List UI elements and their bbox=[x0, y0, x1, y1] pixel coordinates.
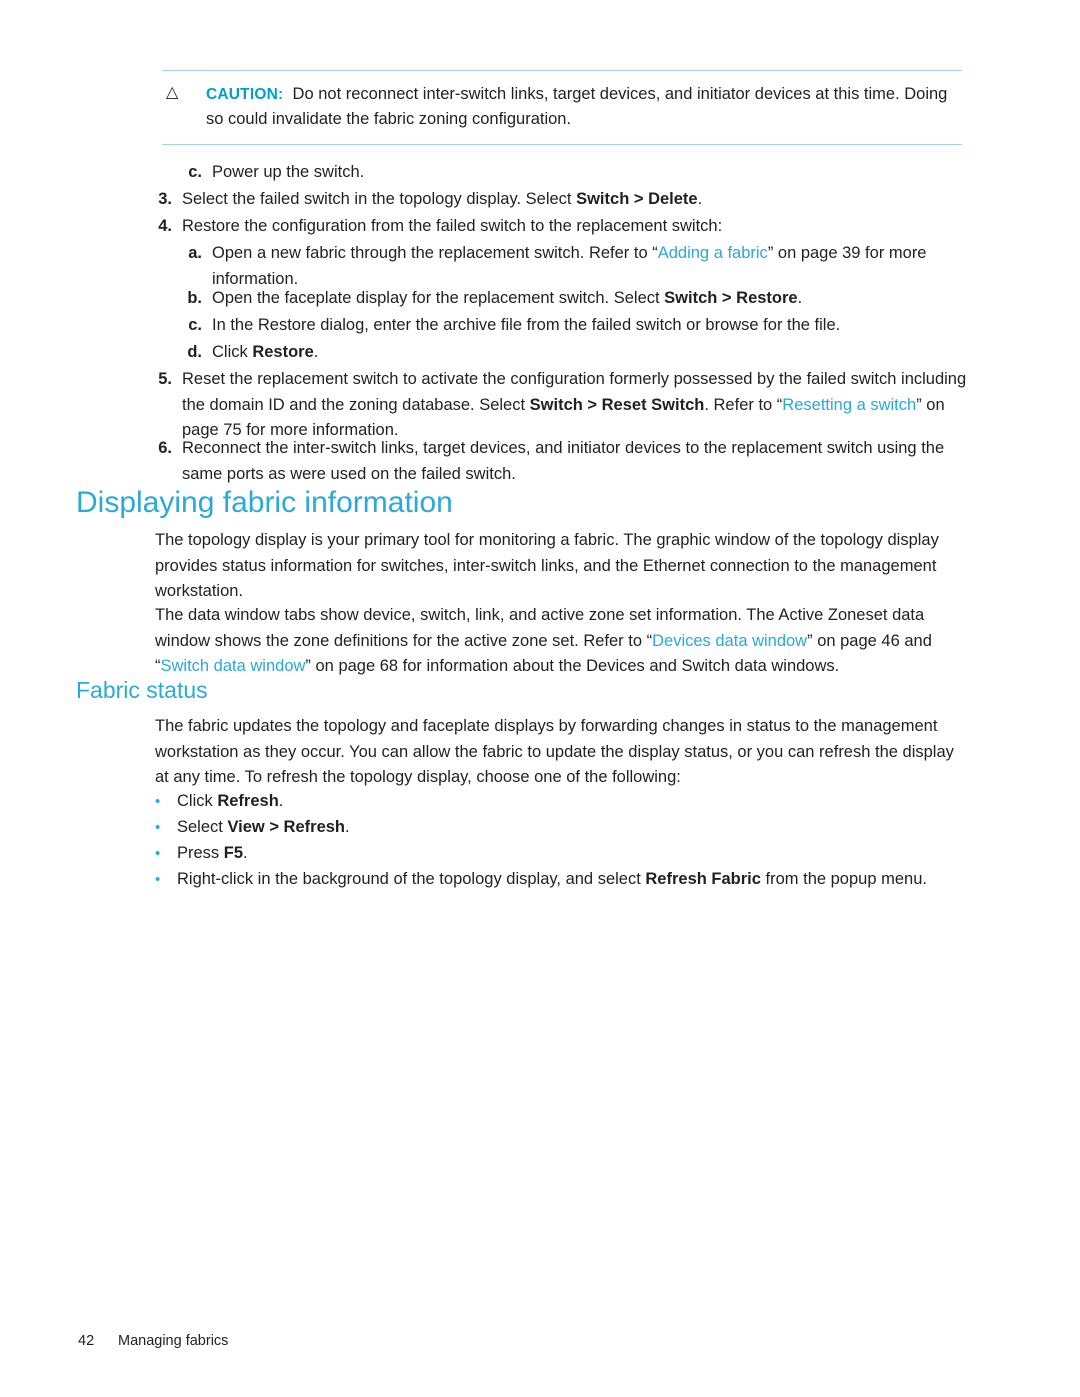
step4b-pre: Open the faceplate display for the repla… bbox=[212, 289, 665, 307]
list-marker: 4. bbox=[158, 217, 172, 235]
section-heading-displaying-fabric-information: Displaying fabric information bbox=[76, 486, 453, 519]
paragraph-topology-display: The topology display is your primary too… bbox=[155, 531, 939, 600]
list-item-c-power-up: c. Power up the switch. bbox=[178, 160, 968, 186]
list-marker: a. bbox=[188, 244, 202, 262]
caution-body: △ CAUTION: Do not reconnect inter-switch… bbox=[162, 71, 962, 144]
list-marker: 5. bbox=[158, 370, 172, 388]
p2-post: ” on page 68 for information about the D… bbox=[305, 657, 840, 675]
list-item-4d: d. Click Restore. bbox=[178, 340, 968, 366]
list-item-4: 4. Restore the configuration from the fa… bbox=[148, 214, 968, 240]
b1-pre: Click bbox=[177, 792, 218, 810]
b4-pre: Right-click in the background of the top… bbox=[177, 870, 646, 888]
document-page: △ CAUTION: Do not reconnect inter-switch… bbox=[0, 0, 1080, 1397]
b2-post: . bbox=[345, 818, 350, 836]
bullet-item-click-refresh: • Click Refresh. bbox=[155, 789, 955, 815]
bullet-text: Click Refresh. bbox=[177, 789, 955, 815]
list-marker: 3. bbox=[158, 190, 172, 208]
step4d-command: Restore bbox=[252, 343, 314, 361]
caution-label: CAUTION: bbox=[206, 86, 284, 103]
list-item-5: 5. Reset the replacement switch to activ… bbox=[148, 367, 968, 444]
bullet-dot-icon: • bbox=[155, 793, 161, 810]
page-footer: 42 Managing fabrics bbox=[78, 1333, 228, 1349]
paragraph-fabric-updates: The fabric updates the topology and face… bbox=[155, 717, 954, 786]
step4d-pre: Click bbox=[212, 343, 253, 361]
list-text: Reconnect the inter-switch links, target… bbox=[182, 439, 945, 483]
list-marker: 6. bbox=[158, 439, 172, 457]
step4b-post: . bbox=[797, 289, 803, 307]
cross-reference-link-adding-a-fabric[interactable]: Adding a fabric bbox=[658, 244, 768, 262]
list-text: Restore the configuration from the faile… bbox=[182, 217, 723, 235]
list-item-4b: b. Open the faceplate display for the re… bbox=[178, 286, 968, 312]
caution-bottom-rule bbox=[162, 144, 962, 145]
b3-pre: Press bbox=[177, 844, 224, 862]
list-marker: d. bbox=[187, 343, 202, 361]
b3-post: . bbox=[243, 844, 248, 862]
warning-triangle-icon: △ bbox=[166, 84, 179, 101]
bullet-text: Right-click in the background of the top… bbox=[177, 867, 965, 893]
step4b-command: Switch > Restore bbox=[664, 289, 798, 307]
bullet-item-right-click-refresh-fabric: • Right-click in the background of the t… bbox=[155, 867, 965, 893]
section-heading-fabric-status: Fabric status bbox=[76, 677, 208, 703]
list-item-4c: c. In the Restore dialog, enter the arch… bbox=[178, 313, 968, 339]
b4-command: Refresh Fabric bbox=[645, 870, 761, 888]
b2-command: View > Refresh bbox=[227, 818, 345, 836]
footer-page-number: 42 bbox=[78, 1333, 95, 1349]
bullet-dot-icon: • bbox=[155, 871, 161, 888]
cross-reference-link-resetting-a-switch[interactable]: Resetting a switch bbox=[782, 396, 916, 414]
b3-command: F5 bbox=[223, 844, 244, 862]
list-text: In the Restore dialog, enter the archive… bbox=[212, 316, 841, 334]
list-text: Open the faceplate display for the repla… bbox=[202, 286, 968, 312]
step3-pre: Select the failed switch in the topology… bbox=[182, 190, 577, 208]
footer-chapter-title: Managing fabrics bbox=[118, 1333, 229, 1349]
b1-command: Refresh bbox=[217, 792, 279, 810]
bullet-item-select-view-refresh: • Select View > Refresh. bbox=[155, 815, 955, 841]
list-text: Power up the switch. bbox=[212, 163, 365, 181]
bullet-dot-icon: • bbox=[155, 819, 161, 836]
cross-reference-link-devices-data-window[interactable]: Devices data window bbox=[652, 632, 807, 650]
step5-command: Switch > Reset Switch bbox=[529, 395, 705, 414]
list-text: Open a new fabric through the replacemen… bbox=[202, 241, 968, 292]
step3-post: . bbox=[697, 190, 703, 208]
step5-mid: . Refer to “ bbox=[704, 395, 783, 414]
bullet-dot-icon: • bbox=[155, 845, 161, 862]
caution-text: CAUTION: Do not reconnect inter-switch l… bbox=[206, 82, 962, 132]
bullet-text: Press F5. bbox=[177, 841, 955, 867]
cross-reference-link-switch-data-window[interactable]: Switch data window bbox=[161, 657, 306, 675]
paragraph-data-window-tabs: The data window tabs show device, switch… bbox=[155, 603, 965, 680]
bullet-item-press-f5: • Press F5. bbox=[155, 841, 955, 867]
list-text: Select the failed switch in the topology… bbox=[172, 187, 968, 213]
caution-admonition: △ CAUTION: Do not reconnect inter-switch… bbox=[162, 70, 962, 145]
list-item-3: 3. Select the failed switch in the topol… bbox=[148, 187, 968, 213]
b2-pre: Select bbox=[177, 818, 228, 836]
b1-post: . bbox=[278, 792, 284, 810]
list-marker: c. bbox=[188, 316, 202, 334]
step3-command: Switch > Delete bbox=[576, 190, 698, 208]
list-marker: b. bbox=[187, 289, 202, 307]
list-item-6: 6. Reconnect the inter-switch links, tar… bbox=[148, 436, 968, 487]
list-marker: c. bbox=[188, 163, 202, 181]
step4a-pre: Open a new fabric through the replacemen… bbox=[212, 244, 658, 262]
list-text: Click Restore. bbox=[202, 340, 968, 366]
b4-post: from the popup menu. bbox=[760, 870, 927, 888]
bullet-text: Select View > Refresh. bbox=[177, 815, 955, 841]
caution-message: Do not reconnect inter-switch links, tar… bbox=[206, 85, 948, 128]
list-text: Reset the replacement switch to activate… bbox=[172, 367, 968, 444]
step4d-post: . bbox=[313, 343, 319, 361]
list-item-4a: a. Open a new fabric through the replace… bbox=[178, 241, 968, 292]
